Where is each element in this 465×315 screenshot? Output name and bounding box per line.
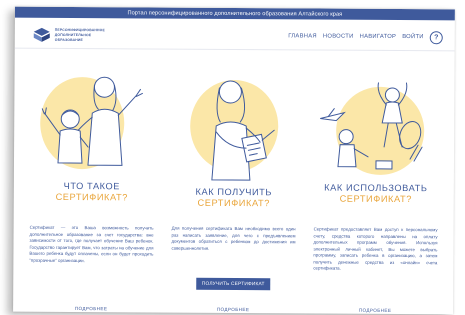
help-button[interactable]: ? [429,30,443,44]
woman-signing-illustration [190,80,279,181]
logo-line-3: ОБРАЗОВАНИЕ [54,37,84,43]
how-to-use-more-link[interactable]: ПОДРОБНЕЕ [305,307,445,313]
how-to-use-title-accent: СЕРТИФИКАТ? [339,193,412,205]
how-to-get-title-main: КАК ПОЛУЧИТЬ [195,186,273,198]
logo-line-1: ПЕРСОНИФИЦИРОВАННОЕ [54,27,105,33]
what-is-more-link[interactable]: ПОДРОБНЕЕ [21,306,161,312]
what-is-title-accent: СЕРТИФИКАТ? [55,191,128,203]
what-is-title: ЧТО ТАКОЕ СЕРТИФИКАТ? [22,181,162,204]
nav-login-link[interactable]: ВОЙТИ [402,34,424,40]
what-is-description: Сертификат — это Ваша возможность получи… [29,224,154,263]
how-to-use-title: КАК ИСПОЛЬЗОВАТЬ СЕРТИФИКАТ? [306,182,446,205]
logo-line-2: ДОПОЛНИТЕЛЬНОЕ [54,32,92,38]
how-to-get-title-accent: СЕРТИФИКАТ? [197,197,270,209]
feature-how-to-get: КАК ПОЛУЧИТЬ СЕРТИФИКАТ? Для получения с… [163,56,305,315]
feature-columns: ЧТО ТАКОЕ СЕРТИФИКАТ? Сертификат — это В… [13,55,455,315]
nav-home-link[interactable]: ГЛАВНАЯ [288,33,317,39]
nav-navigator-link[interactable]: НАВИГАТОР [360,34,397,40]
how-to-get-description: Для получения сертификата Вам необходимо… [171,225,296,251]
what-is-title-main: ЧТО ТАКОЕ [63,180,121,192]
main-menu: ГЛАВНАЯ НОВОСТИ НАВИГАТОР ВОЙТИ ? [288,30,443,44]
how-to-get-more-link[interactable]: ПОДРОБНЕЕ [163,307,303,313]
how-to-use-title-main: КАК ИСПОЛЬЗОВАТЬ [324,182,428,194]
feature-what-is: ЧТО ТАКОЕ СЕРТИФИКАТ? Сертификат — это В… [21,55,163,315]
how-to-get-title: КАК ПОЛУЧИТЬ СЕРТИФИКАТ? [164,187,304,210]
banner-text: Портал персонифицированного дополнительн… [127,9,343,18]
feature-how-to-use: КАК ИСПОЛЬЗОВАТЬ СЕРТИФИКАТ? Сертификат … [305,56,447,314]
get-certificate-button[interactable]: ПОЛУЧИТЬ СЕРТИФИКАТ [196,277,271,291]
nav-news-link[interactable]: НОВОСТИ [323,34,354,40]
how-to-use-description: Сертификат предоставляет Вам доступ к пе… [313,226,438,271]
portal-page: Портал персонифицированного дополнительн… [13,6,455,315]
logo-mark-icon [33,27,50,42]
logo[interactable]: ПЕРСОНИФИЦИРОВАННОЕ ДОПОЛНИТЕЛЬНОЕ ОБРАЗ… [33,27,105,43]
top-banner: Портал персонифицированного дополнительн… [14,6,455,21]
logo-text: ПЕРСОНИФИЦИРОВАННОЕ ДОПОЛНИТЕЛЬНОЕ ОБРАЗ… [55,28,105,42]
header-nav: ПЕРСОНИФИЦИРОВАННОЕ ДОПОЛНИТЕЛЬНОЕ ОБРАЗ… [14,21,455,52]
